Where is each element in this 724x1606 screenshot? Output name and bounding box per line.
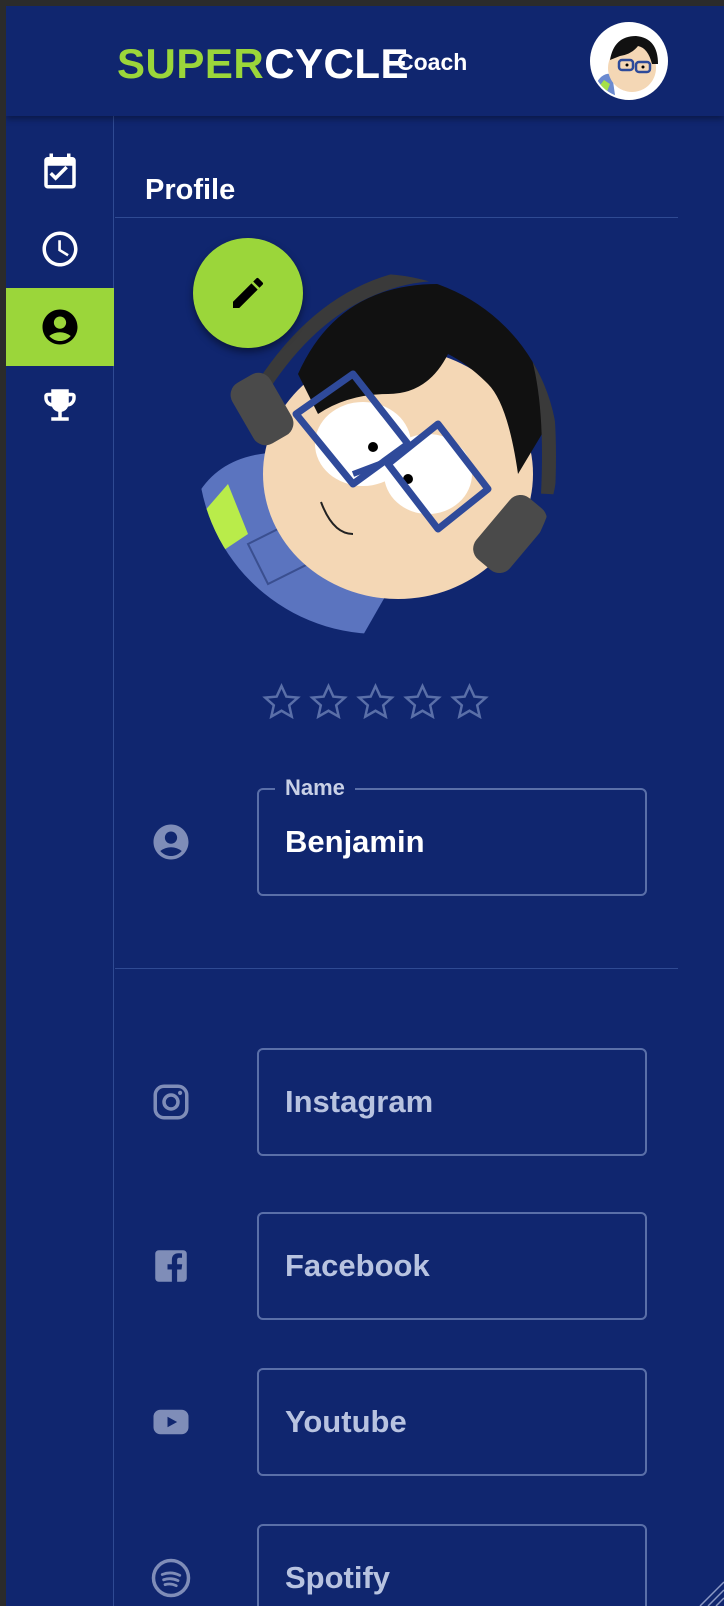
trophy-icon: [44, 389, 76, 421]
name-field-value: Benjamin: [285, 824, 425, 859]
app-header: SUPERCYCLE Coach: [6, 6, 724, 116]
brand-suffix: Coach: [397, 49, 468, 75]
window-frame: SUPERCYCLE Coach Profile Name Benjamin I…: [0, 0, 724, 1606]
profile-page: Profile Name Benjamin Instagram Facebook…: [115, 116, 724, 1606]
edit-avatar-button[interactable]: [193, 238, 303, 348]
spotify-field[interactable]: Spotify: [257, 1524, 647, 1606]
name-field-label: Name: [275, 775, 355, 801]
youtube-field[interactable]: Youtube: [257, 1368, 647, 1476]
page-title: Profile: [145, 174, 236, 206]
star-outline-icon[interactable]: [354, 681, 397, 724]
title-divider: [115, 217, 678, 218]
brand-part-cycle: CYCLE: [264, 40, 410, 87]
spotify-icon: [151, 1558, 191, 1598]
resize-grip-icon[interactable]: [690, 1572, 724, 1606]
brand-part-super: SUPER: [117, 40, 265, 87]
sidebar-item-schedule[interactable]: [6, 132, 114, 210]
facebook-field[interactable]: Facebook: [257, 1212, 647, 1320]
clock-icon: [42, 231, 78, 267]
user-avatar[interactable]: [590, 22, 668, 100]
instagram-field[interactable]: Instagram: [257, 1048, 647, 1156]
sidebar-item-history[interactable]: [6, 210, 114, 288]
star-outline-icon[interactable]: [401, 681, 444, 724]
sidebar-item-achievements[interactable]: [6, 366, 114, 444]
account-circle-icon: [153, 824, 189, 860]
instagram-icon: [153, 1084, 189, 1120]
app-root: SUPERCYCLE Coach Profile Name Benjamin I…: [6, 6, 724, 1606]
avatar-image: [592, 24, 666, 98]
section-divider: [115, 968, 678, 969]
star-outline-icon[interactable]: [448, 681, 491, 724]
star-outline-icon[interactable]: [307, 681, 350, 724]
youtube-icon: [153, 1409, 189, 1435]
sidebar-nav: [6, 116, 114, 1606]
account-circle-icon: [42, 309, 78, 345]
youtube-field-placeholder: Youtube: [285, 1404, 407, 1439]
rating-stars[interactable]: [260, 681, 491, 724]
name-field[interactable]: Name Benjamin: [257, 775, 647, 896]
calendar-check-icon: [44, 153, 76, 189]
star-outline-icon[interactable]: [260, 681, 303, 724]
spotify-field-placeholder: Spotify: [285, 1560, 391, 1595]
sidebar-item-profile[interactable]: [6, 288, 114, 366]
facebook-icon: [155, 1250, 187, 1282]
instagram-field-placeholder: Instagram: [285, 1084, 434, 1119]
brand-logo[interactable]: SUPERCYCLE Coach: [117, 40, 467, 88]
facebook-field-placeholder: Facebook: [285, 1248, 430, 1283]
pencil-icon: [233, 277, 264, 308]
